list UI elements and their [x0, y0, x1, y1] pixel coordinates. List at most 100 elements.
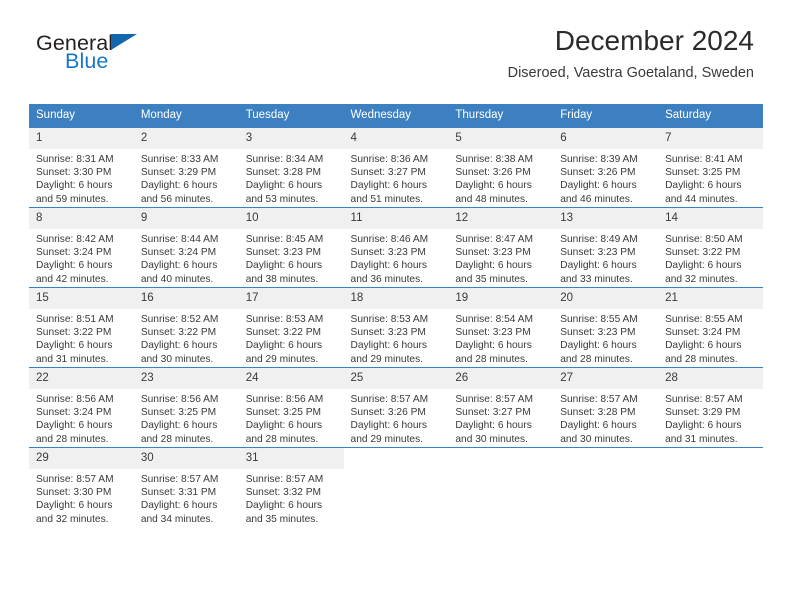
calendar-day-cell[interactable]: 13 Sunrise: 8:49 AM Sunset: 3:23 PM Dayligh…: [553, 207, 659, 288]
day-number: 22: [29, 368, 134, 389]
day-sunset-text: Sunset: 3:29 PM: [665, 407, 741, 419]
day-details: Sunrise: 8:47 AM Sunset: 3:23 PM Daylight:…: [448, 229, 553, 286]
day-number: 8: [29, 208, 134, 229]
calendar-day-cell[interactable]: 26 Sunrise: 8:57 AM Sunset: 3:27 PM Dayligh…: [448, 367, 554, 448]
day-details: Sunrise: 8:44 AM Sunset: 3:24 PM Daylight:…: [134, 229, 239, 286]
calendar-week-row: 1 Sunrise: 8:31 AM Sunset: 3:30 PM Daylight…: [29, 127, 763, 208]
calendar-day-cell[interactable]: 31 Sunrise: 8:57 AM Sunset: 3:32 PM Dayligh…: [238, 447, 344, 527]
day-daylight2-text: and 59 minutes.: [36, 193, 109, 205]
day-sunrise-text: Sunrise: 8:55 AM: [665, 314, 743, 325]
triangle-icon: [111, 34, 137, 50]
calendar-day-cell[interactable]: 15 Sunrise: 8:51 AM Sunset: 3:22 PM Dayligh…: [29, 287, 134, 368]
day-sunset-text: Sunset: 3:32 PM: [245, 487, 322, 499]
calendar-day-cell[interactable]: 7 Sunrise: 8:41 AM Sunset: 3:25 PM Daylight…: [658, 127, 763, 208]
day-sunrise-text: Sunrise: 8:45 AM: [245, 234, 324, 245]
day-daylight2-text: and 28 minutes.: [560, 353, 633, 365]
day-daylight1-text: Daylight: 6 hours: [350, 260, 427, 272]
calendar-empty-cell: [343, 447, 449, 527]
calendar-day-cell[interactable]: 17 Sunrise: 8:53 AM Sunset: 3:22 PM Dayligh…: [238, 287, 344, 368]
day-daylight1-text: Daylight: 6 hours: [140, 180, 218, 192]
day-daylight1-text: Daylight: 6 hours: [560, 420, 637, 432]
calendar-day-cell[interactable]: 24 Sunrise: 8:56 AM Sunset: 3:25 PM Dayligh…: [238, 367, 344, 448]
day-daylight1-text: Daylight: 6 hours: [455, 420, 532, 432]
day-daylight2-text: and 48 minutes.: [455, 193, 528, 205]
day-daylight1-text: Daylight: 6 hours: [245, 420, 323, 432]
calendar-day-cell[interactable]: 10 Sunrise: 8:45 AM Sunset: 3:23 PM Dayligh…: [238, 207, 344, 288]
calendar-day-cell[interactable]: 21 Sunrise: 8:55 AM Sunset: 3:24 PM Dayligh…: [658, 287, 763, 368]
day-number: 15: [29, 288, 134, 309]
day-sunset-text: Sunset: 3:27 PM: [350, 167, 426, 179]
day-sunrise-text: Sunrise: 8:53 AM: [350, 314, 429, 325]
day-number: 17: [238, 288, 344, 309]
calendar-day-cell[interactable]: 1 Sunrise: 8:31 AM Sunset: 3:30 PM Daylight…: [29, 127, 134, 208]
day-sunset-text: Sunset: 3:30 PM: [36, 487, 112, 499]
day-daylight2-text: and 46 minutes.: [560, 193, 633, 205]
day-number: 7: [658, 128, 763, 149]
day-number: 23: [133, 368, 239, 389]
calendar-day-cell[interactable]: 18 Sunrise: 8:53 AM Sunset: 3:23 PM Dayligh…: [343, 287, 449, 368]
day-details: Sunrise: 8:33 AM Sunset: 3:29 PM Daylight:…: [134, 149, 239, 206]
day-sunset-text: Sunset: 3:22 PM: [665, 247, 741, 259]
calendar-day-cell[interactable]: 6 Sunrise: 8:39 AM Sunset: 3:26 PM Daylight…: [553, 127, 659, 208]
day-sunset-text: Sunset: 3:31 PM: [140, 487, 217, 499]
day-number: [344, 448, 449, 456]
day-daylight1-text: Daylight: 6 hours: [665, 260, 742, 272]
calendar-day-cell[interactable]: 19 Sunrise: 8:54 AM Sunset: 3:23 PM Dayligh…: [448, 287, 554, 368]
day-daylight1-text: Daylight: 6 hours: [36, 180, 113, 192]
calendar-week-row: 8 Sunrise: 8:42 AM Sunset: 3:24 PM Daylight…: [29, 207, 763, 288]
day-details: Sunrise: 8:42 AM Sunset: 3:24 PM Daylight:…: [29, 229, 134, 286]
day-details: Sunrise: 8:45 AM Sunset: 3:23 PM Daylight:…: [239, 229, 344, 286]
calendar-day-cell[interactable]: 16 Sunrise: 8:52 AM Sunset: 3:22 PM Dayligh…: [133, 287, 239, 368]
day-daylight1-text: Daylight: 6 hours: [455, 180, 532, 192]
day-sunset-text: Sunset: 3:24 PM: [36, 247, 112, 259]
calendar-day-cell[interactable]: 12 Sunrise: 8:47 AM Sunset: 3:23 PM Dayligh…: [448, 207, 554, 288]
day-daylight2-text: and 30 minutes.: [455, 433, 528, 445]
day-sunrise-text: Sunrise: 8:47 AM: [455, 234, 533, 245]
page-subtitle: Diseroed, Vaestra Goetaland, Sweden: [507, 65, 754, 81]
calendar-day-cell[interactable]: 3 Sunrise: 8:34 AM Sunset: 3:28 PM Daylight…: [238, 127, 344, 208]
day-number: 20: [553, 288, 659, 309]
day-sunset-text: Sunset: 3:25 PM: [245, 407, 322, 419]
day-details: Sunrise: 8:53 AM Sunset: 3:22 PM Daylight:…: [239, 309, 344, 366]
calendar-week-row: 29 Sunrise: 8:57 AM Sunset: 3:30 PM Dayligh…: [29, 447, 763, 527]
calendar-day-cell[interactable]: 8 Sunrise: 8:42 AM Sunset: 3:24 PM Daylight…: [29, 207, 134, 288]
calendar-day-cell[interactable]: 9 Sunrise: 8:44 AM Sunset: 3:24 PM Daylight…: [133, 207, 239, 288]
calendar-day-cell[interactable]: 29 Sunrise: 8:57 AM Sunset: 3:30 PM Dayligh…: [29, 447, 134, 527]
calendar-day-cell[interactable]: 30 Sunrise: 8:57 AM Sunset: 3:31 PM Dayligh…: [133, 447, 239, 527]
brand-logo[interactable]: General Blue: [36, 31, 266, 87]
day-details: Sunrise: 8:52 AM Sunset: 3:22 PM Daylight:…: [134, 309, 239, 366]
calendar-day-cell[interactable]: 11 Sunrise: 8:46 AM Sunset: 3:23 PM Dayligh…: [343, 207, 449, 288]
calendar-day-cell[interactable]: 28 Sunrise: 8:57 AM Sunset: 3:29 PM Dayligh…: [658, 367, 763, 448]
page-title: December 2024: [554, 25, 754, 56]
calendar-page: General Blue December 2024 Diseroed, Vae…: [0, 0, 792, 612]
day-details: Sunrise: 8:55 AM Sunset: 3:24 PM Daylight:…: [658, 309, 763, 366]
day-daylight2-text: and 29 minutes.: [350, 433, 424, 445]
calendar-day-cell[interactable]: 27 Sunrise: 8:57 AM Sunset: 3:28 PM Dayligh…: [553, 367, 659, 448]
day-details: Sunrise: 8:31 AM Sunset: 3:30 PM Daylight:…: [29, 149, 134, 206]
calendar-week-row: 22 Sunrise: 8:56 AM Sunset: 3:24 PM Dayligh…: [29, 367, 763, 448]
day-number: 13: [553, 208, 659, 229]
calendar-day-cell[interactable]: 5 Sunrise: 8:38 AM Sunset: 3:26 PM Daylight…: [448, 127, 554, 208]
day-sunrise-text: Sunrise: 8:57 AM: [350, 394, 429, 405]
day-details: Sunrise: 8:36 AM Sunset: 3:27 PM Daylight:…: [344, 149, 449, 206]
day-details: Sunrise: 8:41 AM Sunset: 3:25 PM Daylight:…: [658, 149, 763, 206]
calendar-day-cell[interactable]: 20 Sunrise: 8:55 AM Sunset: 3:23 PM Dayligh…: [553, 287, 659, 368]
calendar-day-cell[interactable]: 2 Sunrise: 8:33 AM Sunset: 3:29 PM Daylight…: [133, 127, 239, 208]
calendar-day-cell[interactable]: 25 Sunrise: 8:57 AM Sunset: 3:26 PM Dayligh…: [343, 367, 449, 448]
calendar-empty-cell: [553, 447, 659, 527]
calendar-day-cell[interactable]: 4 Sunrise: 8:36 AM Sunset: 3:27 PM Daylight…: [343, 127, 449, 208]
day-daylight1-text: Daylight: 6 hours: [560, 340, 637, 352]
day-sunrise-text: Sunrise: 8:38 AM: [455, 154, 533, 165]
day-sunrise-text: Sunrise: 8:52 AM: [140, 314, 219, 325]
day-daylight2-text: and 42 minutes.: [36, 273, 109, 285]
calendar-day-cell[interactable]: 23 Sunrise: 8:56 AM Sunset: 3:25 PM Dayligh…: [133, 367, 239, 448]
calendar-day-cell[interactable]: 14 Sunrise: 8:50 AM Sunset: 3:22 PM Dayligh…: [658, 207, 763, 288]
day-sunrise-text: Sunrise: 8:55 AM: [560, 314, 638, 325]
day-daylight1-text: Daylight: 6 hours: [245, 180, 323, 192]
day-number: 21: [658, 288, 763, 309]
day-details: Sunrise: 8:39 AM Sunset: 3:26 PM Daylight:…: [553, 149, 658, 206]
day-daylight2-text: and 51 minutes.: [350, 193, 424, 205]
calendar-day-cell[interactable]: 22 Sunrise: 8:56 AM Sunset: 3:24 PM Dayligh…: [29, 367, 134, 448]
day-details: Sunrise: 8:51 AM Sunset: 3:22 PM Daylight:…: [29, 309, 134, 366]
day-sunset-text: Sunset: 3:25 PM: [665, 167, 741, 179]
